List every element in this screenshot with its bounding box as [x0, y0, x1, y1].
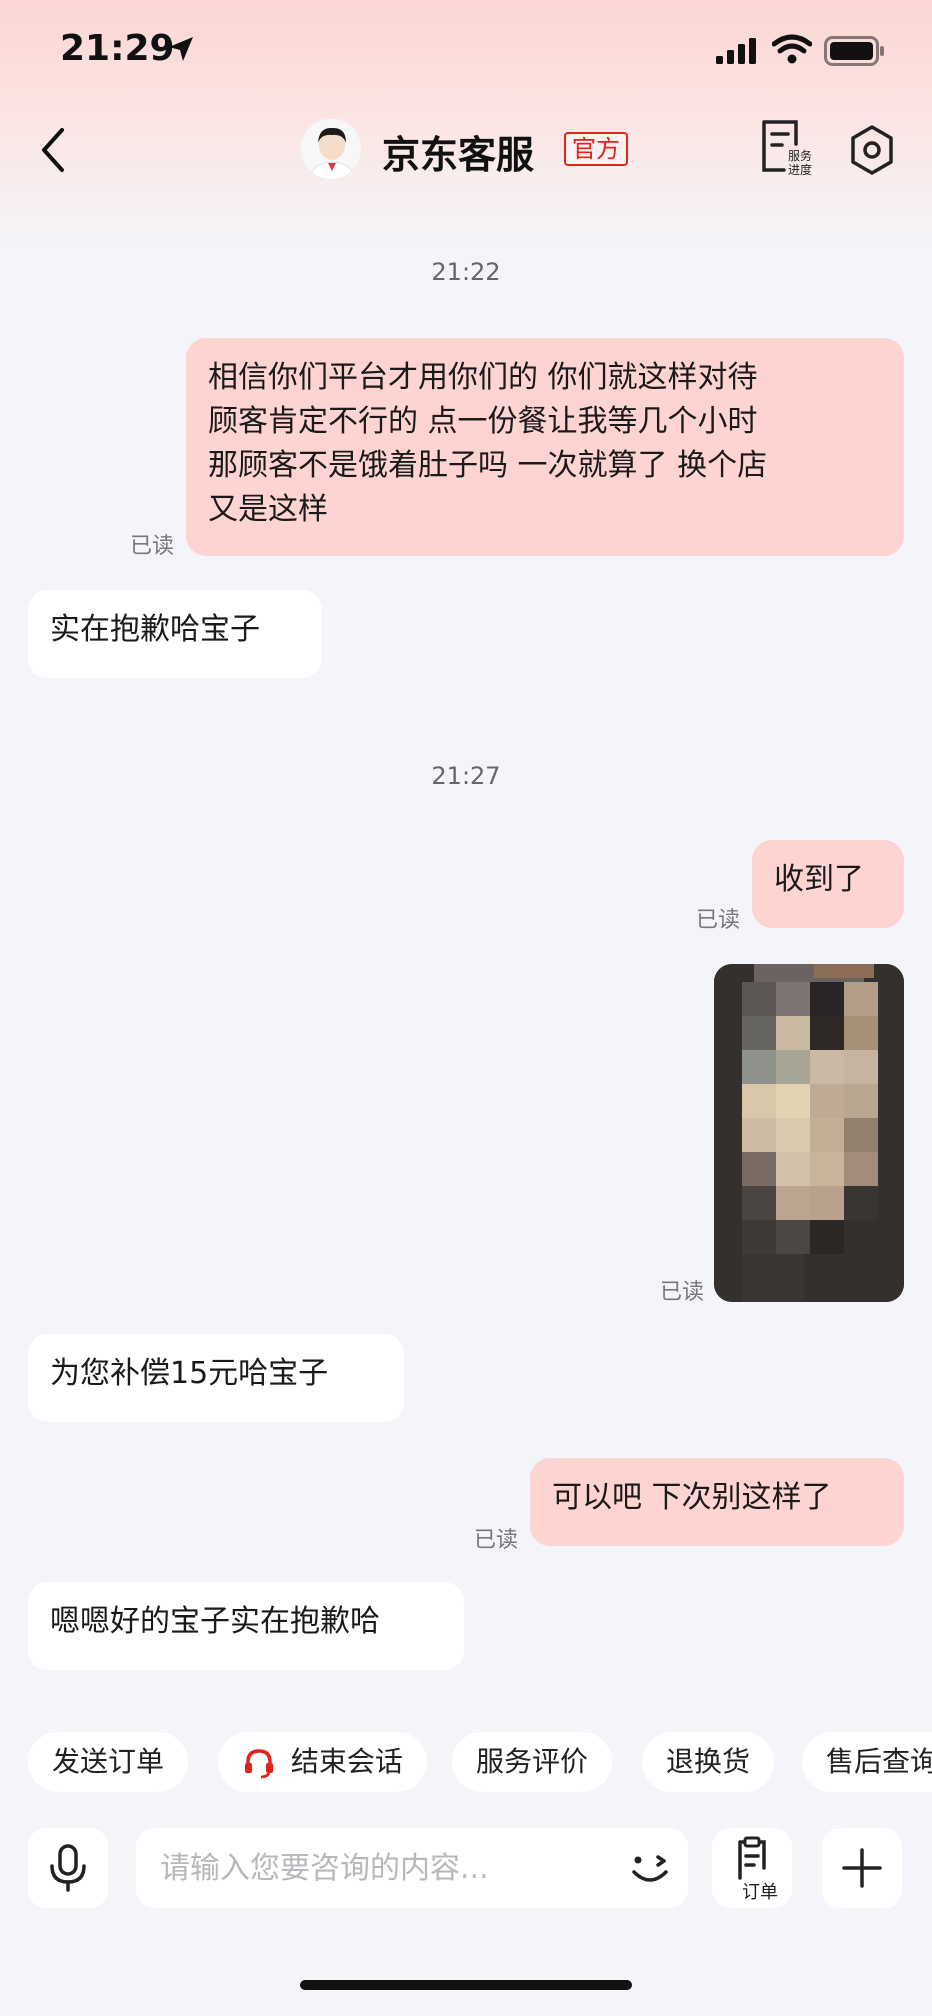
message-bubble-outgoing[interactable]: 可以吧 下次别这样了 — [530, 1458, 904, 1546]
chip-label: 服务评价 — [476, 1745, 589, 1778]
wifi-icon — [772, 34, 812, 64]
message-bubble-outgoing[interactable]: 收到了 — [752, 840, 904, 928]
read-receipt: 已读 — [130, 534, 175, 559]
cellular-signal-icon — [716, 38, 756, 64]
order-button[interactable]: 订单 — [712, 1828, 792, 1908]
service-rating-chip[interactable]: 服务评价 — [452, 1732, 613, 1792]
status-bar: 21:29 — [0, 0, 932, 100]
back-chevron-icon[interactable] — [36, 124, 72, 176]
svg-text:服务: 服务 — [788, 148, 812, 163]
quick-actions-bar: 发送订单 结束会话 服务评价 退换货 售后查询 — [0, 1732, 932, 1792]
input-area: 订单 — [0, 1824, 932, 1908]
chip-label: 结束会话 — [290, 1745, 403, 1778]
chip-label: 发送订单 — [52, 1745, 165, 1778]
voice-button[interactable] — [28, 1828, 108, 1908]
return-exchange-chip[interactable]: 退换货 — [642, 1732, 775, 1792]
nav-bar: 京东客服 官方 服务 进度 — [0, 110, 932, 190]
home-indicator — [300, 1980, 632, 1990]
read-receipt: 已读 — [660, 1280, 705, 1305]
chip-label: 售后查询 — [826, 1745, 932, 1778]
plus-icon — [842, 1848, 882, 1888]
service-progress-icon[interactable]: 服务 进度 — [756, 118, 812, 178]
more-button[interactable] — [822, 1828, 902, 1908]
message-bubble-outgoing[interactable]: 相信你们平台才用你们的 你们就这样对待 顾客肯定不行的 点一份餐让我等几个小时 … — [186, 338, 904, 556]
status-time: 21:29 — [60, 28, 175, 69]
chat-title: 京东客服 — [382, 133, 535, 177]
microphone-icon — [50, 1844, 86, 1892]
svg-text:进度: 进度 — [788, 162, 812, 177]
settings-icon[interactable] — [848, 124, 896, 176]
message-input-box[interactable] — [136, 1828, 688, 1908]
message-bubble-incoming[interactable]: 嗯嗯好的宝子实在抱歉哈 — [28, 1582, 464, 1670]
end-session-chip[interactable]: 结束会话 — [218, 1732, 427, 1792]
image-message[interactable] — [714, 964, 904, 1302]
message-input[interactable] — [160, 1828, 600, 1908]
timestamp: 21:22 — [431, 258, 501, 286]
agent-avatar[interactable] — [300, 118, 362, 180]
chip-label: 退换货 — [666, 1745, 751, 1778]
emoji-icon[interactable] — [624, 1842, 676, 1894]
read-receipt: 已读 — [474, 1528, 519, 1553]
after-sales-chip[interactable]: 售后查询 — [802, 1732, 932, 1792]
timestamp: 21:27 — [431, 762, 501, 790]
headset-icon — [245, 1749, 273, 1779]
read-receipt: 已读 — [696, 908, 741, 933]
message-bubble-incoming[interactable]: 实在抱歉哈宝子 — [28, 590, 322, 678]
message-bubble-incoming[interactable]: 为您补偿15元哈宝子 — [28, 1334, 404, 1422]
send-order-chip[interactable]: 发送订单 — [28, 1732, 189, 1792]
location-arrow-icon — [169, 37, 193, 61]
battery-icon — [824, 36, 884, 66]
order-button-label: 订单 — [742, 1882, 778, 1903]
official-badge: 官方 — [564, 132, 628, 166]
